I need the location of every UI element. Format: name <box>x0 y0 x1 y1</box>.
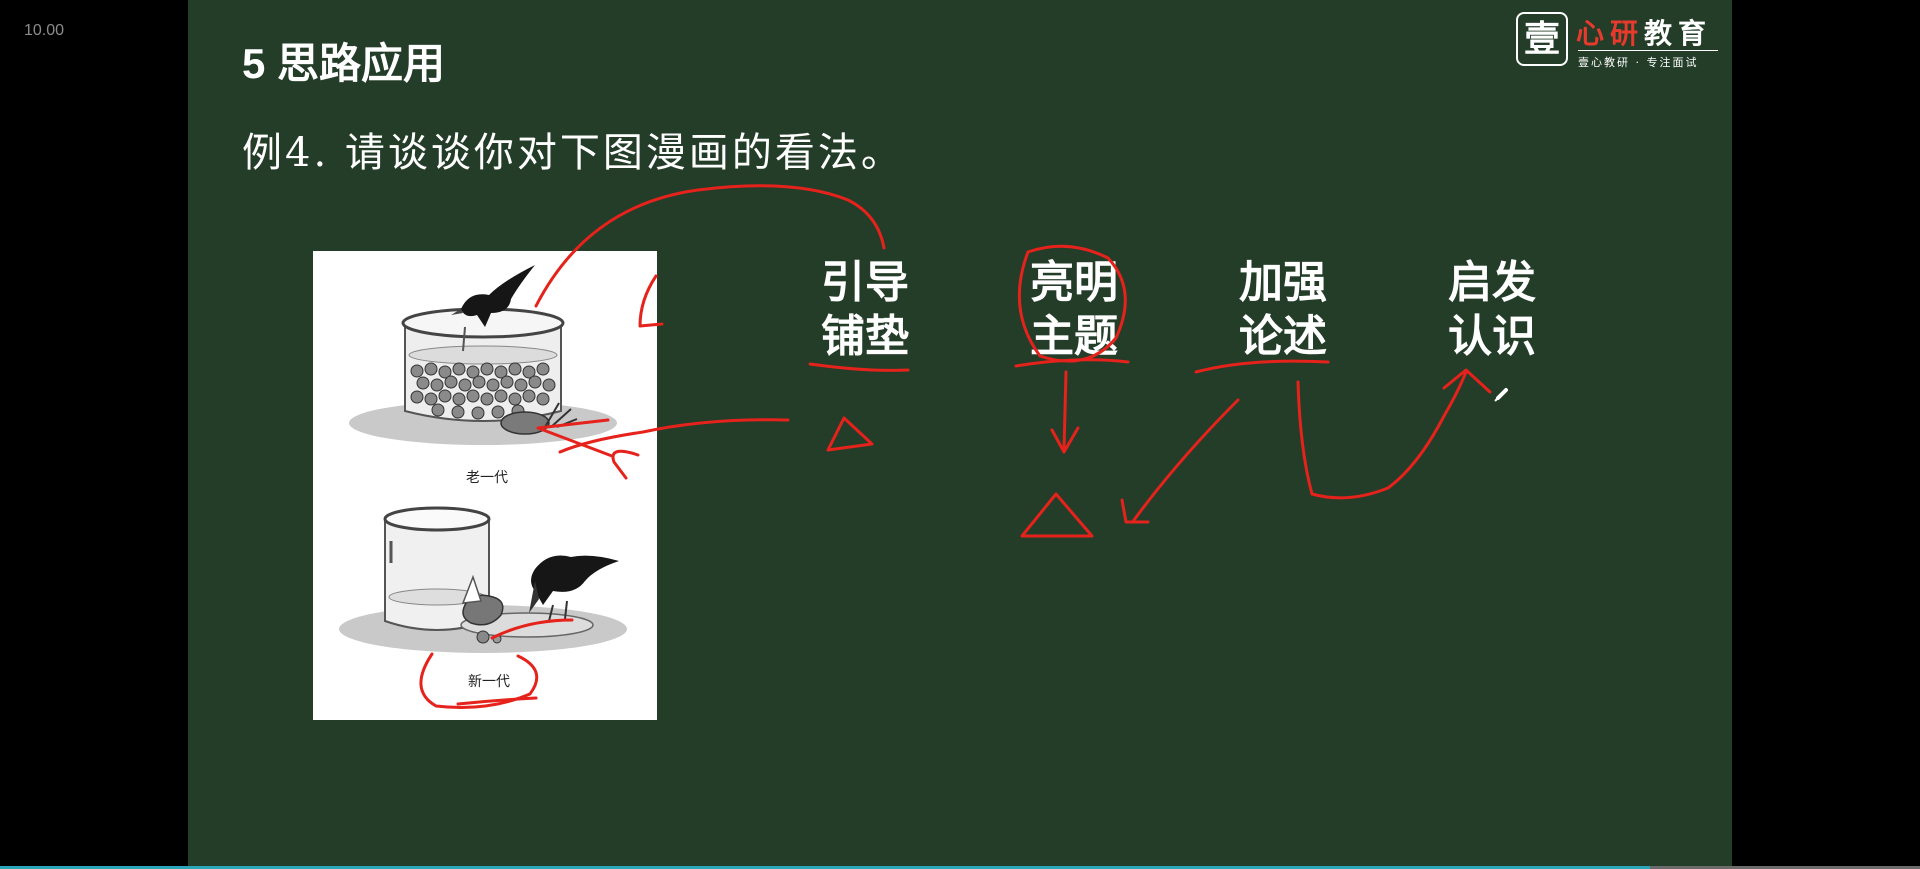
caption-new-generation: 新一代 <box>468 674 510 690</box>
arrow-argument-to-inspire <box>1310 370 1468 500</box>
question-text: 例4. 请谈谈你对下图漫画的看法。 <box>242 130 904 176</box>
small-triangle <box>826 416 874 452</box>
step-strengthen-argument-line2: 论述 <box>1239 311 1327 362</box>
screen: 10.00 5 思路应用 例4. 请谈谈你对下图漫画的看法。 壹 心研教育 壹心… <box>0 0 1920 869</box>
step-inspire-understanding-line2: 认识 <box>1448 311 1536 362</box>
logo-name: 心研教育 <box>1576 12 1712 52</box>
logo-badge: 壹 <box>1516 12 1568 66</box>
step-state-theme-line2: 主题 <box>1030 311 1118 362</box>
video-timestamp: 10.00 <box>24 22 65 39</box>
step-inspire-understanding-line1: 启发 <box>1448 257 1536 308</box>
logo-divider <box>1578 50 1718 51</box>
step-lead-in-line1: 引导 <box>821 257 909 308</box>
arrow-theme-down <box>1050 370 1080 454</box>
step-lead-in-line2: 铺垫 <box>821 311 909 362</box>
arrow-argument-down <box>1296 380 1314 496</box>
step-lead-in: 引导 铺垫 <box>810 256 920 364</box>
logo-name-white: 教育 <box>1644 17 1713 50</box>
presentation-slide: 5 思路应用 例4. 请谈谈你对下图漫画的看法。 壹 心研教育 壹心教研 · 专… <box>188 0 1732 866</box>
caption-old-generation: 老一代 <box>466 470 508 486</box>
cartoon-image: 老一代 新一代 <box>313 251 657 720</box>
brand-logo: 壹 心研教育 壹心教研 · 专注面试 <box>1516 12 1728 70</box>
arrow-inspire-head <box>1442 368 1492 394</box>
underline-lead-in <box>808 362 910 372</box>
center-triangle <box>1020 492 1094 538</box>
slide-title: 5 思路应用 <box>242 40 446 87</box>
step-state-theme: 亮明 主题 <box>1019 256 1129 364</box>
step-state-theme-line1: 亮明 <box>1030 257 1118 308</box>
arrow-argument-to-triangle <box>1120 398 1240 524</box>
pen-cursor-icon <box>1494 388 1508 402</box>
logo-name-red: 心研 <box>1576 17 1645 50</box>
step-strengthen-argument-line1: 加强 <box>1239 257 1327 308</box>
step-strengthen-argument: 加强 论述 <box>1228 256 1338 364</box>
logo-slogan: 壹心教研 · 专注面试 <box>1578 56 1699 69</box>
step-inspire-understanding: 启发 认识 <box>1437 256 1547 364</box>
